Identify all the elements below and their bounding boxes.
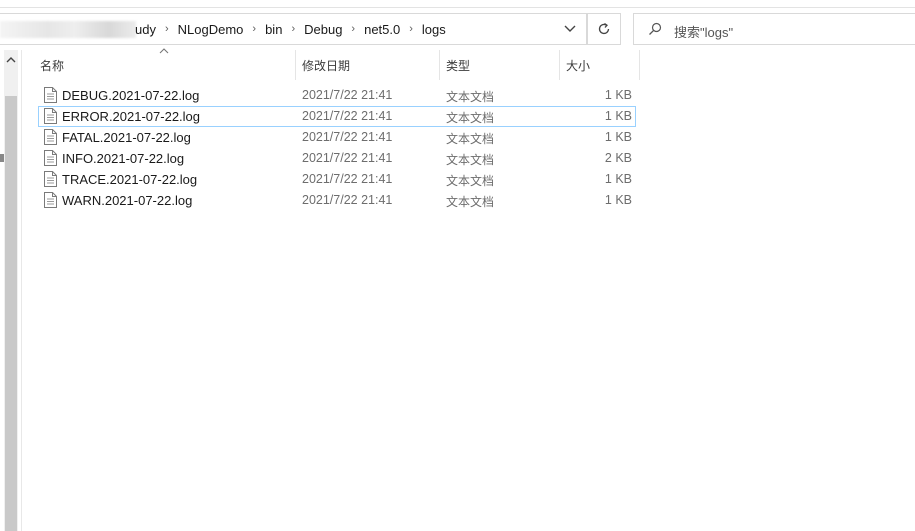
file-date: 2021/7/22 21:41: [302, 109, 393, 123]
file-name: FATAL.2021-07-22.log: [62, 130, 191, 145]
search-placeholder: 搜索"logs": [674, 25, 734, 40]
file-size: 2 KB: [604, 151, 632, 165]
breadcrumb-separator-icon[interactable]: ›: [403, 23, 419, 35]
file-type: 文本文档: [446, 195, 495, 209]
pane-edge-mark: [0, 154, 4, 162]
file-name: INFO.2021-07-22.log: [62, 151, 185, 166]
redacted-path-segment: [0, 21, 136, 38]
search-icon: [649, 22, 662, 35]
text-file-icon: [44, 108, 57, 124]
breadcrumb-separator-icon[interactable]: ›: [345, 23, 361, 35]
file-date: 2021/7/22 21:41: [302, 151, 393, 165]
column-header-date-label: 修改日期: [302, 58, 351, 73]
file-size: 1 KB: [604, 109, 632, 123]
file-size: 1 KB: [604, 172, 632, 186]
file-name: WARN.2021-07-22.log: [62, 193, 193, 208]
file-size: 1 KB: [604, 193, 632, 207]
file-list: DEBUG.2021-07-22.log 2021/7/22 21:41 文本文…: [38, 85, 636, 211]
text-file-icon: [44, 129, 57, 145]
text-file-icon: [44, 87, 57, 103]
file-date: 2021/7/22 21:41: [302, 130, 393, 144]
text-file-icon: [44, 171, 57, 187]
column-header-name-label: 名称: [40, 58, 65, 73]
chevron-down-icon[interactable]: [562, 20, 578, 36]
file-date: 2021/7/22 21:41: [302, 88, 393, 102]
breadcrumb-item-net50[interactable]: net5.0: [361, 22, 403, 37]
navigation-pane: [0, 50, 22, 531]
text-file-icon: [44, 150, 57, 166]
file-type: 文本文档: [446, 174, 495, 188]
file-row[interactable]: WARN.2021-07-22.log 2021/7/22 21:41 文本文档…: [38, 190, 636, 211]
file-type: 文本文档: [446, 111, 495, 125]
file-date: 2021/7/22 21:41: [302, 193, 393, 207]
column-header-type-label: 类型: [446, 58, 471, 73]
sort-ascending-icon: [159, 48, 169, 54]
file-name: ERROR.2021-07-22.log: [62, 109, 201, 124]
scrollbar-thumb[interactable]: [5, 96, 17, 531]
breadcrumb-separator-icon[interactable]: ›: [285, 23, 301, 35]
file-name: DEBUG.2021-07-22.log: [62, 88, 200, 103]
breadcrumb-item-logs[interactable]: logs: [419, 22, 449, 37]
text-file-icon: [44, 192, 57, 208]
breadcrumb: udy › NLogDemo › bin › Debug › net5.0 › …: [132, 14, 449, 44]
file-type: 文本文档: [446, 153, 495, 167]
address-bar[interactable]: udy › NLogDemo › bin › Debug › net5.0 › …: [0, 13, 587, 45]
breadcrumb-separator-icon[interactable]: ›: [159, 23, 175, 35]
breadcrumb-item-nlogdemo[interactable]: NLogDemo: [175, 22, 247, 37]
file-row[interactable]: INFO.2021-07-22.log 2021/7/22 21:41 文本文档…: [38, 148, 636, 169]
search-input[interactable]: 搜索"logs": [633, 13, 915, 45]
file-row-focused[interactable]: ERROR.2021-07-22.log 2021/7/22 21:41 文本文…: [38, 106, 636, 127]
column-header-size-label: 大小: [566, 58, 591, 73]
scroll-up-icon[interactable]: [4, 52, 18, 68]
file-date: 2021/7/22 21:41: [302, 172, 393, 186]
file-type: 文本文档: [446, 90, 495, 104]
breadcrumb-item-debug[interactable]: Debug: [301, 22, 345, 37]
column-header-name[interactable]: 名称: [34, 48, 296, 80]
file-name: TRACE.2021-07-22.log: [62, 172, 198, 187]
column-header-size[interactable]: 大小: [560, 50, 640, 80]
column-headers: 名称 修改日期 类型 大小: [34, 48, 640, 80]
breadcrumb-item-study[interactable]: udy: [132, 22, 159, 37]
file-type: 文本文档: [446, 132, 495, 146]
file-row[interactable]: DEBUG.2021-07-22.log 2021/7/22 21:41 文本文…: [38, 85, 636, 106]
column-header-type[interactable]: 类型: [440, 50, 560, 80]
file-row[interactable]: FATAL.2021-07-22.log 2021/7/22 21:41 文本文…: [38, 127, 636, 148]
file-row[interactable]: TRACE.2021-07-22.log 2021/7/22 21:41 文本文…: [38, 169, 636, 190]
refresh-button[interactable]: [587, 13, 621, 45]
breadcrumb-separator-icon[interactable]: ›: [246, 23, 262, 35]
window-top-edge: [0, 0, 915, 8]
column-header-date[interactable]: 修改日期: [296, 50, 440, 80]
refresh-icon: [598, 22, 610, 35]
file-size: 1 KB: [604, 130, 632, 144]
file-size: 1 KB: [604, 88, 632, 102]
breadcrumb-item-bin[interactable]: bin: [262, 22, 285, 37]
